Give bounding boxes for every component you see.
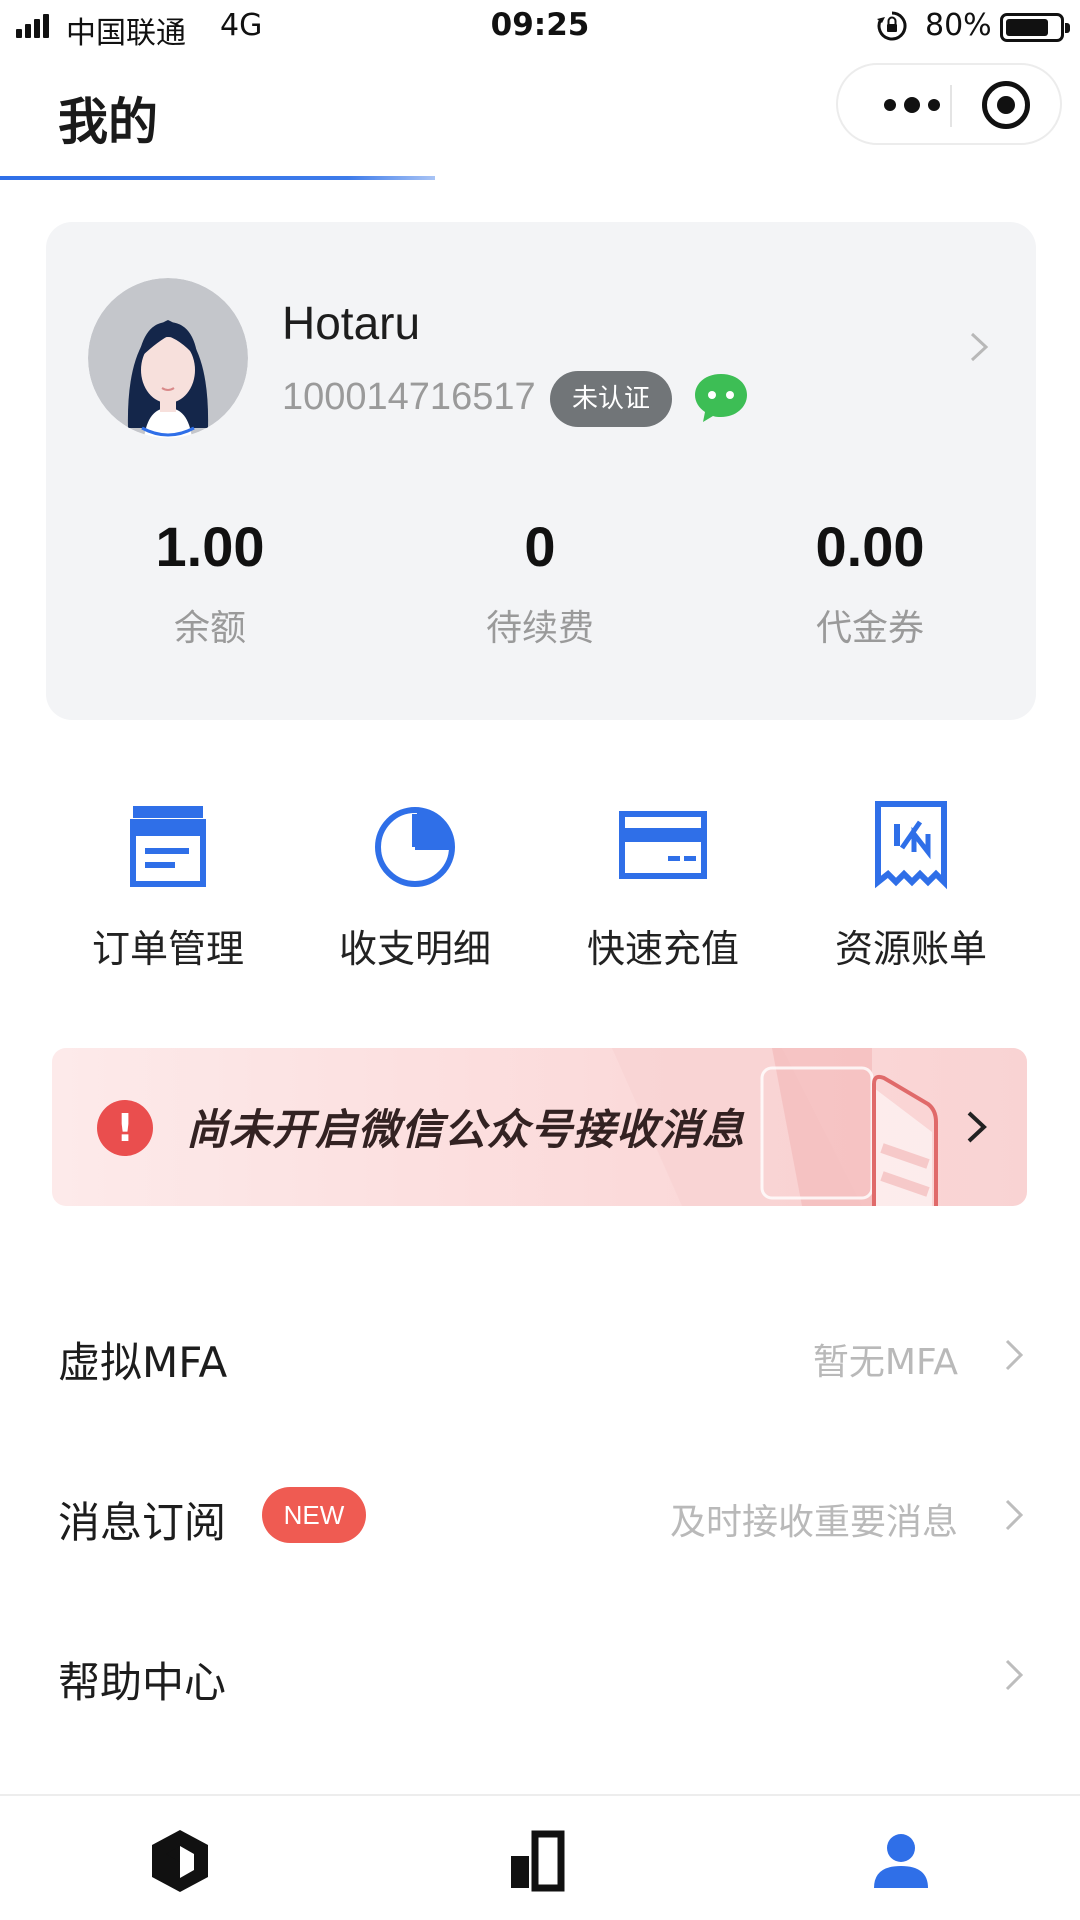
title-underline — [0, 176, 435, 180]
menu-item-hint: 暂无MFA — [812, 1342, 958, 1383]
shortcut-quick-recharge[interactable]: 快速充值 — [563, 800, 763, 973]
pie-chart-icon — [375, 807, 455, 887]
chevron-right-icon[interactable] — [966, 330, 992, 364]
new-badge: NEW — [262, 1487, 366, 1543]
chevron-right-icon — [967, 1111, 987, 1143]
menu-item-label: 消息订阅 — [58, 1498, 227, 1547]
shortcut-resource-bill[interactable]: 资源账单 — [811, 800, 1011, 973]
menu-item-message-subscription[interactable]: 消息订阅 NEW 及时接收重要消息 — [0, 1453, 1080, 1573]
person-icon[interactable] — [866, 1826, 936, 1896]
more-icon[interactable] — [872, 93, 952, 117]
stat-label: 代金券 — [815, 608, 924, 649]
clock: 09:25 — [490, 7, 590, 43]
shortcut-label: 资源账单 — [834, 927, 987, 971]
order-icon — [130, 806, 206, 887]
cube-icon[interactable] — [145, 1826, 215, 1896]
chevron-right-icon — [1005, 1339, 1024, 1371]
battery-icon — [1000, 13, 1070, 42]
battery-percent: 80% — [925, 8, 992, 43]
target-icon[interactable] — [982, 81, 1030, 129]
menu-item-virtual-mfa[interactable]: 虚拟MFA 暂无MFA — [0, 1293, 1080, 1413]
shortcut-income-expense[interactable]: 收支明细 — [315, 800, 515, 973]
user-id: 100014716517 — [282, 376, 536, 418]
username: Hotaru — [282, 297, 421, 349]
shortcut-order-management[interactable]: 订单管理 — [68, 800, 268, 973]
chevron-right-icon — [1005, 1659, 1024, 1691]
stat-vouchers[interactable]: 0.00 代金券 — [750, 514, 990, 651]
menu-item-hint: 及时接收重要消息 — [669, 1502, 958, 1543]
rotation-lock-icon — [877, 11, 907, 41]
tab-bar — [0, 1794, 1080, 1920]
menu-item-help-center[interactable]: 帮助中心 — [0, 1613, 1080, 1733]
shortcut-label: 订单管理 — [91, 927, 244, 971]
stat-pending-renewal[interactable]: 0 待续费 — [420, 514, 660, 651]
wechat-icon[interactable] — [692, 372, 750, 426]
stat-label: 待续费 — [485, 608, 594, 649]
card-icon — [619, 811, 707, 879]
menu-item-label: 虚拟MFA — [58, 1338, 228, 1387]
stat-value: 0.00 — [815, 515, 925, 578]
stat-label: 余额 — [173, 608, 246, 649]
mini-program-capsule — [836, 63, 1062, 145]
stat-value: 1.00 — [155, 515, 265, 578]
stat-balance[interactable]: 1.00 余额 — [90, 514, 330, 651]
status-bar: 中国联通 4G 09:25 80% — [0, 0, 1080, 54]
avatar[interactable] — [88, 278, 248, 438]
capsule-divider — [950, 85, 952, 127]
banner-text: 尚未开启微信公众号接收消息 — [186, 1105, 746, 1154]
alert-icon: ! — [97, 1100, 153, 1156]
page-title: 我的 — [58, 93, 158, 151]
chevron-right-icon — [1005, 1499, 1024, 1531]
menu-item-label: 帮助中心 — [58, 1658, 227, 1707]
stat-value: 0 — [524, 515, 556, 578]
shortcut-label: 收支明细 — [338, 927, 491, 971]
shortcut-label: 快速充值 — [586, 927, 739, 971]
bill-icon — [875, 801, 947, 890]
verification-badge[interactable]: 未认证 — [550, 371, 672, 427]
wechat-notification-banner[interactable]: ! 尚未开启微信公众号接收消息 — [52, 1048, 1027, 1206]
chart-icon[interactable] — [505, 1826, 575, 1896]
